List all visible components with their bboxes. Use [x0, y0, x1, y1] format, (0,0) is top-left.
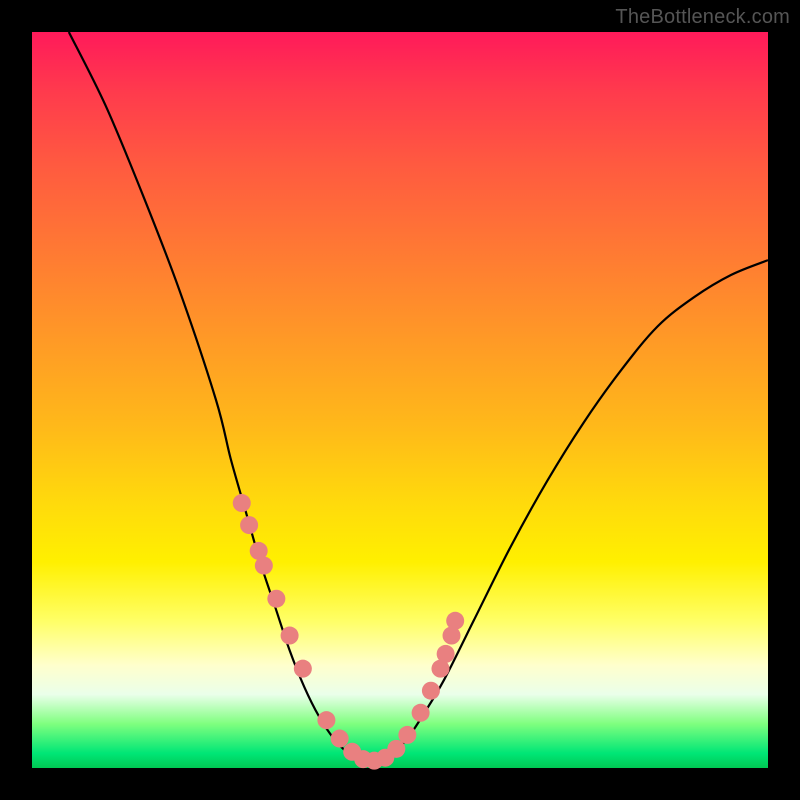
- data-point-marker: [255, 557, 273, 575]
- data-point-marker: [412, 704, 430, 722]
- data-point-marker: [437, 645, 455, 663]
- curve-layer: [32, 32, 768, 768]
- data-point-marker: [446, 612, 464, 630]
- bottleneck-curve: [69, 32, 768, 762]
- data-point-marker: [267, 590, 285, 608]
- data-point-marker: [233, 494, 251, 512]
- data-point-marker: [294, 660, 312, 678]
- data-point-marker: [398, 726, 416, 744]
- plot-area: [32, 32, 768, 768]
- watermark-text: TheBottleneck.com: [615, 6, 790, 29]
- data-point-marker: [387, 740, 405, 758]
- chart-frame: TheBottleneck.com: [0, 0, 800, 800]
- data-point-marker: [317, 711, 335, 729]
- data-point-marker: [331, 730, 349, 748]
- data-point-marker: [281, 627, 299, 645]
- data-point-marker: [240, 516, 258, 534]
- data-point-marker: [422, 682, 440, 700]
